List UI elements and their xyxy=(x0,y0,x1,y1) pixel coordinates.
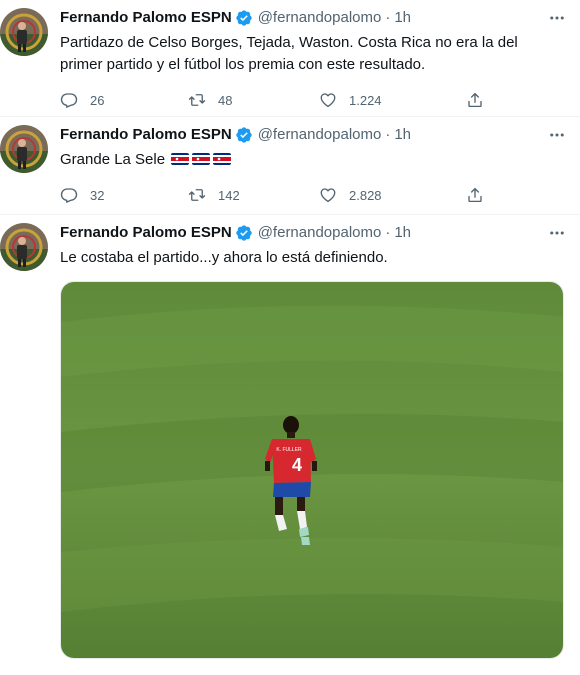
author-name[interactable]: Fernando Palomo ESPN xyxy=(60,8,232,28)
tweet-actions: 26 48 1.224 xyxy=(60,82,564,118)
author-name[interactable]: Fernando Palomo ESPN xyxy=(60,223,232,243)
more-horizontal-icon[interactable] xyxy=(548,224,566,242)
tweet-2[interactable]: Fernando Palomo ESPN @fernandopalomo · 1… xyxy=(0,117,580,215)
svg-text:4: 4 xyxy=(292,455,302,475)
share-icon xyxy=(468,187,482,203)
author-handle[interactable]: @fernandopalomo xyxy=(258,125,382,145)
tweet-1[interactable]: Fernando Palomo ESPN @fernandopalomo · 1… xyxy=(0,0,580,117)
tweet-header: Fernando Palomo ESPN @fernandopalomo · 1… xyxy=(60,125,564,145)
share-icon xyxy=(468,92,482,108)
avatar[interactable] xyxy=(0,125,48,173)
verified-badge-icon xyxy=(236,10,252,26)
tweet-3[interactable]: Fernando Palomo ESPN @fernandopalomo · 1… xyxy=(0,215,580,675)
author-name[interactable]: Fernando Palomo ESPN xyxy=(60,125,232,145)
avatar-image xyxy=(0,8,48,56)
avatar[interactable] xyxy=(0,8,48,56)
share-button[interactable] xyxy=(466,186,484,204)
share-button[interactable] xyxy=(466,91,484,109)
retweet-count: 142 xyxy=(218,187,240,203)
heart-icon xyxy=(320,188,336,203)
timestamp[interactable]: 1h xyxy=(394,223,411,243)
avatar-image xyxy=(0,223,48,271)
retweet-button[interactable]: 142 xyxy=(188,186,240,204)
more-horizontal-icon[interactable] xyxy=(548,9,566,27)
tweet-text: Grande La Sele xyxy=(60,151,166,168)
like-button[interactable]: 1.224 xyxy=(319,91,382,109)
more-horizontal-icon[interactable] xyxy=(548,126,566,144)
verified-badge-icon xyxy=(236,127,252,143)
costa-rica-flag xyxy=(213,153,232,166)
like-count: 2.828 xyxy=(349,187,382,203)
tweet-text: Partidazo de Celso Borges, Tejada, Wasto… xyxy=(60,34,518,73)
author-handle[interactable]: @fernandopalomo xyxy=(258,223,382,243)
verified-badge-icon xyxy=(236,225,252,241)
like-count: 1.224 xyxy=(349,92,382,108)
retweet-icon xyxy=(188,94,206,106)
avatar-image xyxy=(0,125,48,173)
like-button[interactable]: 2.828 xyxy=(319,186,382,204)
tweet-media-photo[interactable]: 4 K. FULLER xyxy=(60,281,564,659)
tweet-text: Le costaba el partido...y ahora lo está … xyxy=(60,249,388,266)
tweet-text-container: Grande La Sele xyxy=(60,149,564,171)
reply-icon xyxy=(60,188,78,203)
heart-icon xyxy=(320,93,336,108)
tweet-header: Fernando Palomo ESPN @fernandopalomo · 1… xyxy=(60,223,564,243)
reply-button[interactable]: 26 xyxy=(60,91,104,109)
retweet-button[interactable]: 48 xyxy=(188,91,232,109)
timestamp[interactable]: 1h xyxy=(394,125,411,145)
avatar[interactable] xyxy=(0,223,48,271)
reply-icon xyxy=(60,93,78,108)
separator: · xyxy=(385,224,391,241)
retweet-icon xyxy=(188,189,206,201)
retweet-count: 48 xyxy=(218,92,233,108)
timestamp[interactable]: 1h xyxy=(394,8,411,28)
reply-count: 32 xyxy=(90,187,105,203)
author-handle[interactable]: @fernandopalomo xyxy=(258,8,382,28)
flag-emojis xyxy=(171,153,232,166)
reply-count: 26 xyxy=(90,92,105,108)
tweet-actions: 32 142 2.828 xyxy=(60,177,564,213)
reply-button[interactable]: 32 xyxy=(60,186,104,204)
separator: · xyxy=(385,126,391,143)
football-pitch-photo: 4 K. FULLER xyxy=(61,282,563,658)
tweet-header: Fernando Palomo ESPN @fernandopalomo · 1… xyxy=(60,8,564,28)
costa-rica-flag xyxy=(171,153,190,166)
svg-text:K. FULLER: K. FULLER xyxy=(276,447,302,453)
costa-rica-flag xyxy=(192,153,211,166)
separator: · xyxy=(385,9,391,26)
